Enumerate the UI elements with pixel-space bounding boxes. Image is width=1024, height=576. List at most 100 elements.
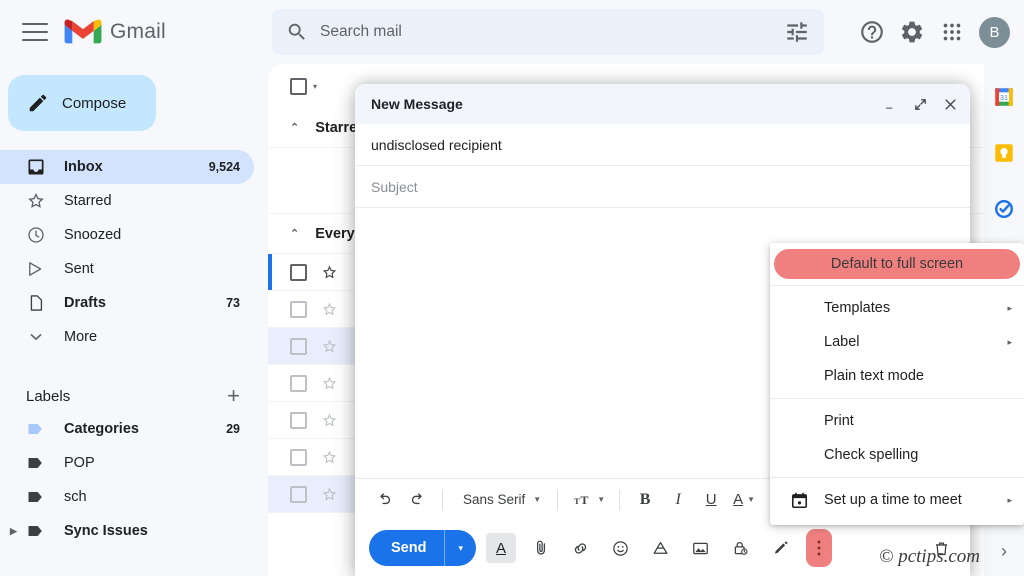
compose-actions: Send ▾ A (355, 520, 970, 576)
label-name-categories: Categories (64, 421, 139, 437)
undo-icon[interactable] (369, 485, 399, 515)
subject-field[interactable]: Subject (355, 166, 970, 208)
sidebar-item-sent[interactable]: Sent (0, 252, 254, 286)
menu-label-templates: Templates (824, 300, 890, 316)
font-size-select[interactable]: T T ▼ (568, 485, 609, 515)
star-icon[interactable] (321, 486, 338, 503)
draft-icon (26, 293, 46, 313)
plus-icon[interactable]: + (227, 385, 240, 407)
help-icon[interactable] (859, 19, 885, 45)
formatting-options-icon[interactable]: A (486, 533, 516, 563)
star-icon[interactable] (321, 412, 338, 429)
sidebar: Compose Inbox 9,524 Starred (0, 64, 268, 576)
compose-title: New Message (371, 96, 883, 112)
top-bar: Gmail B (0, 0, 1024, 64)
label-tag-icon (26, 453, 46, 473)
text-color-button[interactable]: A ▼ (729, 485, 759, 515)
expand-panel-chevron-icon[interactable]: › (1001, 541, 1007, 562)
chevron-down-icon: ▼ (597, 495, 605, 504)
menu-item-check-spelling[interactable]: Check spelling (770, 438, 1024, 472)
hamburger-icon[interactable] (22, 23, 48, 41)
insert-signature-icon[interactable] (766, 533, 796, 563)
tune-icon[interactable] (784, 19, 810, 45)
minimize-icon[interactable] (883, 97, 898, 112)
attach-file-icon[interactable] (526, 533, 556, 563)
compose-button[interactable]: Compose (8, 75, 156, 131)
label-name-sync-issues: Sync Issues (64, 523, 148, 539)
menu-item-templates[interactable]: Templates ▸ (770, 291, 1024, 325)
compose-window-controls (883, 97, 958, 112)
search-bar[interactable] (272, 9, 824, 55)
text-color-glyph: A (733, 491, 743, 508)
menu-item-default-to-full-screen[interactable]: Default to full screen (774, 249, 1020, 279)
menu-label-plain-text-mode: Plain text mode (824, 368, 924, 384)
gmail-wordmark: Gmail (110, 20, 166, 44)
recipient-value: undisclosed recipient (371, 137, 502, 153)
row-checkbox[interactable] (290, 264, 307, 281)
font-family-value: Sans Serif (459, 492, 529, 507)
underline-button[interactable]: U (696, 485, 726, 515)
menu-label-check-spelling: Check spelling (824, 447, 918, 463)
confidential-mode-icon[interactable] (726, 533, 756, 563)
menu-item-plain-text-mode[interactable]: Plain text mode (770, 359, 1024, 393)
chevron-up-icon: ⌃ (290, 227, 299, 240)
label-item-pop[interactable]: POP (0, 446, 254, 480)
star-icon[interactable] (321, 449, 338, 466)
chevron-down-icon (26, 327, 46, 347)
calendar-icon (790, 491, 809, 510)
sidebar-item-snoozed[interactable]: Snoozed (0, 218, 254, 252)
insert-emoji-icon[interactable] (606, 533, 636, 563)
sidebar-item-drafts[interactable]: Drafts 73 (0, 286, 254, 320)
font-family-select[interactable]: Sans Serif ▼ (453, 485, 547, 515)
bold-button[interactable]: B (630, 485, 660, 515)
menu-item-print[interactable]: Print (770, 404, 1024, 438)
expand-triangle-icon[interactable]: ▶ (10, 526, 17, 537)
close-icon[interactable] (943, 97, 958, 112)
sidebar-item-inbox[interactable]: Inbox 9,524 (0, 150, 254, 184)
insert-drive-icon[interactable] (646, 533, 676, 563)
more-options-icon[interactable] (806, 529, 832, 567)
sidebar-item-more[interactable]: More (0, 320, 254, 354)
svg-text:31: 31 (1000, 93, 1008, 102)
row-checkbox[interactable] (290, 486, 307, 503)
avatar[interactable]: B (979, 17, 1010, 48)
row-checkbox[interactable] (290, 301, 307, 318)
star-icon (26, 191, 46, 211)
sidebar-label-drafts: Drafts (64, 295, 208, 311)
star-icon[interactable] (321, 375, 338, 392)
menu-item-set-up-a-time-to-meet[interactable]: Set up a time to meet ▸ (770, 483, 1024, 517)
select-all-caret-icon[interactable]: ▾ (313, 82, 317, 91)
apps-grid-icon[interactable] (939, 19, 965, 45)
label-item-categories[interactable]: Categories 29 (0, 412, 254, 446)
expand-icon[interactable] (913, 97, 928, 112)
insert-photo-icon[interactable] (686, 533, 716, 563)
label-item-sync-issues[interactable]: ▶ Sync Issues (0, 514, 254, 548)
google-calendar-icon[interactable]: 31 (993, 86, 1015, 108)
select-all-checkbox[interactable] (290, 78, 307, 95)
row-checkbox[interactable] (290, 449, 307, 466)
gmail-app: Gmail B (0, 0, 1024, 576)
label-tag-icon (26, 487, 46, 507)
redo-icon[interactable] (402, 485, 432, 515)
google-tasks-icon[interactable] (993, 198, 1015, 220)
watermark: © pctips.com (879, 546, 980, 568)
chevron-up-icon: ⌃ (290, 121, 299, 134)
insert-link-icon[interactable] (566, 533, 596, 563)
italic-button[interactable]: I (663, 485, 693, 515)
compose-header[interactable]: New Message (355, 84, 970, 124)
row-checkbox[interactable] (290, 412, 307, 429)
send-options-caret-icon[interactable]: ▾ (445, 543, 476, 554)
recipient-field[interactable]: undisclosed recipient (355, 124, 970, 166)
menu-item-label[interactable]: Label ▸ (770, 325, 1024, 359)
search-input[interactable] (320, 23, 784, 41)
label-item-sch[interactable]: sch (0, 480, 254, 514)
star-icon[interactable] (321, 301, 338, 318)
star-icon[interactable] (321, 338, 338, 355)
google-keep-icon[interactable] (993, 142, 1015, 164)
gear-icon[interactable] (899, 19, 925, 45)
star-icon[interactable] (321, 264, 338, 281)
row-checkbox[interactable] (290, 375, 307, 392)
row-checkbox[interactable] (290, 338, 307, 355)
sidebar-item-starred[interactable]: Starred (0, 184, 254, 218)
send-button[interactable]: Send ▾ (369, 530, 476, 566)
